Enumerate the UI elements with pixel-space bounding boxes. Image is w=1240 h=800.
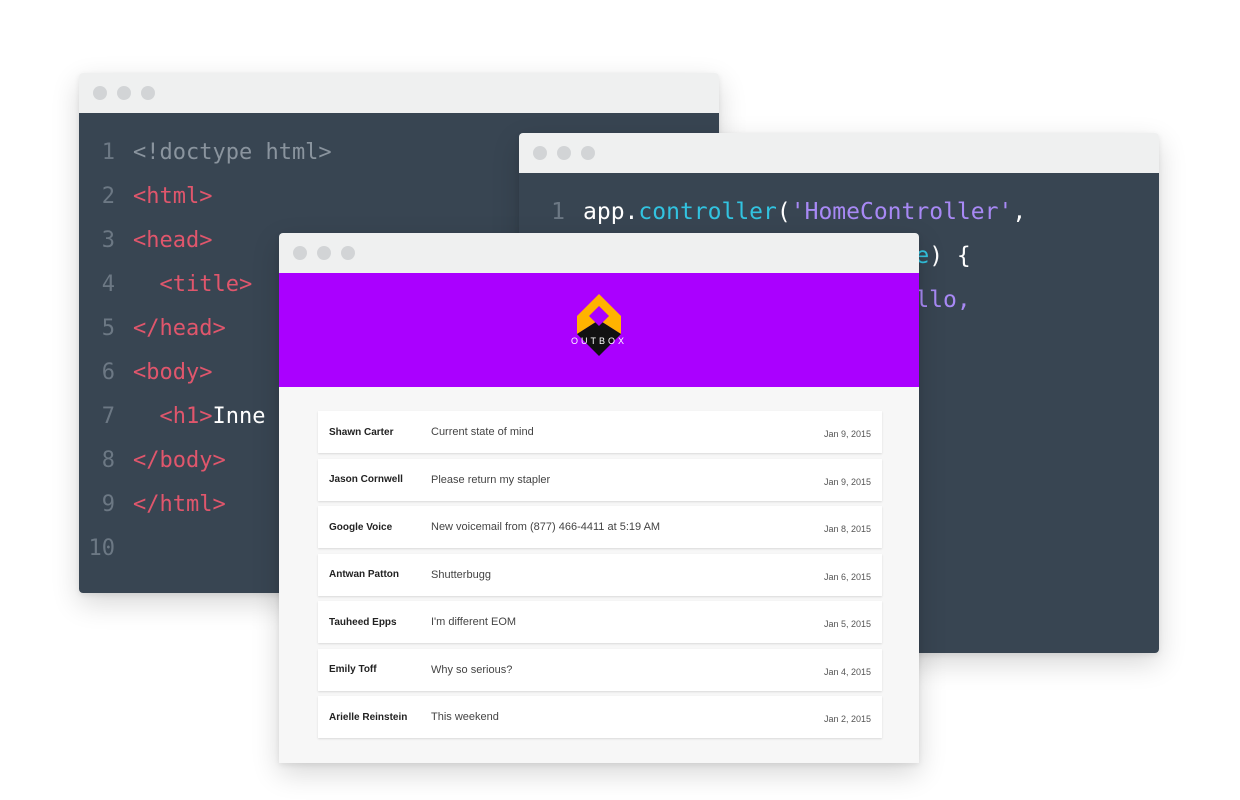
line-number: 10	[88, 536, 116, 561]
message-date: Jan 2, 2015	[823, 714, 871, 724]
code-token: controller	[638, 199, 777, 225]
message-subject: Shutterbugg	[431, 568, 491, 581]
code-token: <head>	[133, 228, 213, 253]
app-body: OUTBOX Shawn Carter Current state of mind…	[279, 273, 919, 763]
code-token: ,	[1012, 199, 1027, 225]
window-minimize-dot[interactable]	[317, 246, 331, 260]
message-subject: New voicemail from (877) 466-4411 at 5:1…	[431, 521, 661, 533]
code-token: (	[776, 199, 791, 225]
outbox-logo-icon	[577, 294, 621, 356]
code-token: <!doctype html>	[133, 140, 332, 165]
message-list: Shawn Carter Current state of mind Jan 9, …	[318, 411, 882, 744]
window-minimize-dot[interactable]	[117, 86, 131, 100]
message-subject: Current state of mind	[431, 426, 534, 438]
window-titlebar[interactable]	[519, 133, 1159, 173]
window-maximize-dot[interactable]	[141, 86, 155, 100]
code-token: app	[583, 199, 625, 225]
message-date: Jan 5, 2015	[823, 619, 871, 629]
line-number: 9	[101, 492, 115, 517]
window-maximize-dot[interactable]	[341, 246, 355, 260]
code-token: 'HomeController'	[790, 199, 1013, 225]
code-line[interactable]: 1 app.controller('HomeController',	[519, 190, 1159, 234]
message-subject: Please return my stapler	[431, 473, 551, 486]
outbox-logo[interactable]: OUTBOX	[564, 290, 634, 370]
message-row[interactable]: Google Voice New voicemail from (877) 466…	[318, 506, 882, 548]
line-number: 1	[551, 199, 565, 225]
window-close-dot[interactable]	[533, 146, 547, 160]
app-header: OUTBOX	[279, 273, 919, 387]
code-token: </body>	[133, 448, 226, 473]
message-subject: Why so serious?	[431, 663, 513, 676]
brand-name: OUTBOX	[570, 336, 627, 346]
message-date: Jan 9, 2015	[823, 476, 871, 487]
message-row[interactable]: Arielle Reinstein This weekend Jan 2, 2015	[318, 696, 882, 738]
message-subject: This weekend	[431, 711, 499, 723]
message-date: Jan 9, 2015	[823, 429, 871, 439]
message-date: Jan 6, 2015	[823, 571, 871, 582]
code-token: <title>	[133, 272, 253, 297]
message-sender: Tauheed Epps	[329, 616, 397, 628]
window-titlebar[interactable]	[279, 233, 919, 273]
message-sender: Jason Cornwell	[329, 474, 403, 485]
code-token: </html>	[133, 492, 226, 517]
line-number: 5	[101, 316, 115, 341]
message-sender: Shawn Carter	[329, 426, 394, 438]
window-titlebar[interactable]	[79, 73, 719, 113]
window-maximize-dot[interactable]	[581, 146, 595, 160]
line-number: 8	[101, 448, 115, 473]
window-minimize-dot[interactable]	[557, 146, 571, 160]
code-token: </head>	[133, 316, 226, 341]
message-subject: I'm different EOM	[431, 616, 517, 628]
code-token: <html>	[133, 184, 213, 209]
outbox-app-window: OUTBOX Shawn Carter Current state of mind…	[279, 233, 919, 763]
message-sender: Arielle Reinstein	[329, 711, 408, 723]
line-number: 4	[101, 272, 115, 297]
message-row[interactable]: Antwan Patton Shutterbugg Jan 6, 2015	[318, 553, 882, 596]
code-token: <h1>	[133, 404, 213, 429]
code-token: .	[624, 199, 639, 225]
scene: 1 <!doctype html> 2 <html> 3 <head> 4 <title> 5…	[0, 0, 1240, 800]
message-row[interactable]: Tauheed Epps I'm different EOM Jan 5, 2015	[318, 601, 882, 643]
code-token: Inne	[212, 404, 266, 429]
window-close-dot[interactable]	[293, 246, 307, 260]
code-token: <body>	[133, 360, 213, 385]
window-close-dot[interactable]	[93, 86, 107, 100]
line-number: 1	[101, 140, 115, 165]
message-date: Jan 4, 2015	[823, 666, 871, 677]
line-number: 2	[101, 184, 115, 209]
message-row[interactable]: Shawn Carter Current state of mind Jan 9, …	[318, 411, 882, 453]
code-token: ) {	[929, 243, 971, 269]
line-number: 6	[101, 360, 115, 385]
message-row[interactable]: Jason Cornwell Please return my stapler Ja…	[318, 458, 882, 501]
message-sender: Emily Toff	[329, 664, 377, 675]
message-sender: Google Voice	[329, 521, 393, 533]
line-number: 3	[101, 228, 115, 253]
message-row[interactable]: Emily Toff Why so serious? Jan 4, 2015	[318, 648, 882, 691]
line-number: 7	[101, 404, 115, 429]
message-date: Jan 8, 2015	[823, 524, 871, 534]
message-sender: Antwan Patton	[329, 569, 399, 580]
